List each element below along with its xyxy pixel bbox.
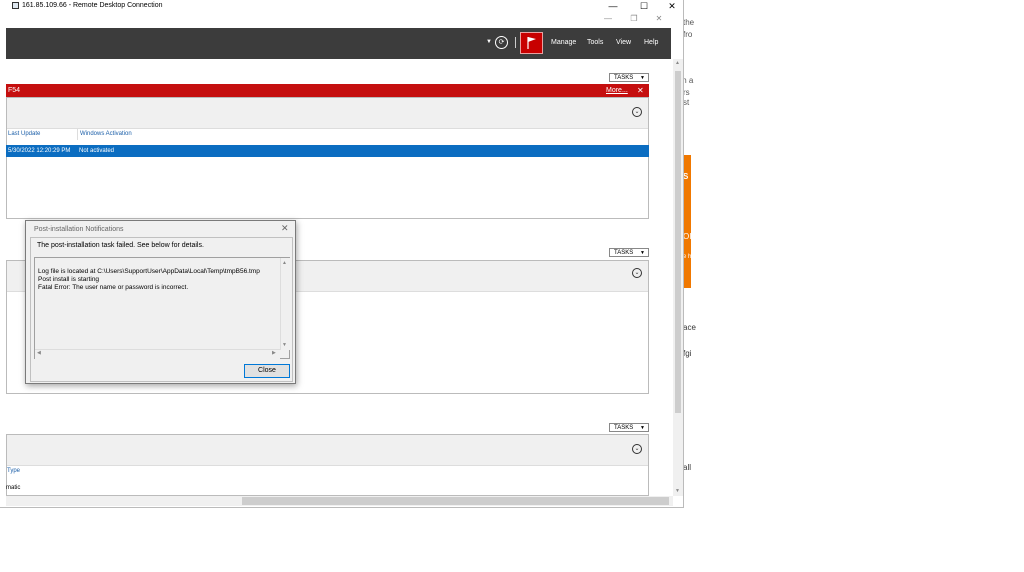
- background-text: rs: [683, 88, 690, 97]
- menu-manage[interactable]: Manage: [551, 39, 576, 46]
- maximize-button[interactable]: ☐: [631, 0, 657, 12]
- background-text: fro: [683, 30, 693, 39]
- notifications-flag-button[interactable]: [520, 32, 543, 54]
- column-header-last-update[interactable]: Last Update: [8, 131, 40, 137]
- column-header-type[interactable]: Type: [7, 468, 20, 474]
- cell-last-update: 5/30/2022 12:20:29 PM: [8, 148, 71, 154]
- dialog-title: Post-installation Notifications: [34, 226, 124, 233]
- log-horizontal-scrollbar[interactable]: [35, 349, 280, 359]
- panel-header: [7, 435, 648, 466]
- tasks-button[interactable]: TASKS ▼: [609, 73, 649, 82]
- panel-header: [7, 98, 648, 129]
- alert-text: F54: [8, 87, 21, 94]
- menu-tools[interactable]: Tools: [587, 39, 603, 46]
- vertical-scroll-thumb[interactable]: [675, 71, 681, 413]
- column-divider: [77, 129, 78, 140]
- alert-close-icon[interactable]: ✕: [637, 86, 644, 95]
- refresh-icon[interactable]: ⟳: [495, 36, 508, 49]
- background-text: e ha: [683, 254, 695, 260]
- scroll-down-icon[interactable]: ▼: [675, 488, 680, 494]
- background-text: the: [683, 18, 695, 27]
- cell-activation: Not activated: [79, 148, 115, 154]
- tasks-label: TASKS: [614, 250, 634, 256]
- horizontal-scroll-thumb[interactable]: [242, 497, 669, 505]
- background-text: OI: [683, 232, 692, 241]
- menu-view[interactable]: View: [616, 39, 631, 46]
- scroll-right-icon[interactable]: ▶: [272, 350, 276, 356]
- flag-icon: [527, 37, 536, 49]
- inner-minimize-button[interactable]: —: [595, 12, 621, 26]
- chevron-down-icon: ▼: [640, 75, 645, 81]
- scroll-up-icon[interactable]: ▲: [282, 260, 287, 266]
- remote-session-titlebar: [0, 12, 683, 28]
- chevron-down-icon: ▼: [640, 425, 645, 431]
- scroll-down-icon[interactable]: ▼: [282, 342, 287, 348]
- inner-restore-button[interactable]: ❐: [621, 12, 647, 26]
- scroll-up-icon[interactable]: ▲: [675, 60, 680, 66]
- more-link[interactable]: More...: [606, 87, 628, 94]
- close-button[interactable]: ✕: [659, 0, 685, 12]
- tasks-label: TASKS: [614, 75, 634, 81]
- background-page: [683, 0, 1024, 572]
- tasks-button[interactable]: TASKS ▼: [609, 248, 649, 257]
- table-row[interactable]: 5/30/2022 12:20:29 PM Not activated: [6, 145, 649, 157]
- log-line: Post install is starting: [38, 276, 100, 283]
- dialog-close-icon[interactable]: ✕: [281, 223, 289, 234]
- expand-chevron-icon[interactable]: ⌄: [632, 444, 642, 454]
- expand-chevron-icon[interactable]: ⌄: [632, 107, 642, 117]
- dialog-close-button[interactable]: Close: [244, 364, 290, 378]
- cell-type: matic: [6, 485, 21, 491]
- tasks-button[interactable]: TASKS ▼: [609, 423, 649, 432]
- log-textbox[interactable]: Log file is located at C:\Users\SupportU…: [34, 257, 290, 359]
- tasks-label: TASKS: [614, 425, 634, 431]
- log-line: Log file is located at C:\Users\SupportU…: [38, 268, 260, 275]
- menu-help[interactable]: Help: [644, 39, 658, 46]
- log-line: Fatal Error: The user name or password i…: [38, 284, 189, 291]
- background-text: all: [683, 463, 692, 472]
- caret-down-icon[interactable]: ▼: [486, 39, 492, 45]
- minimize-button[interactable]: —: [600, 0, 626, 12]
- alert-banner: F54 More... ✕: [6, 84, 649, 97]
- dialog-message: The post-installation task failed. See b…: [37, 242, 204, 249]
- separator: [515, 37, 516, 48]
- window-title: 161.85.109.66 - Remote Desktop Connectio…: [22, 2, 163, 9]
- log-vertical-scrollbar[interactable]: [280, 258, 290, 350]
- inner-close-button[interactable]: ✕: [646, 12, 672, 26]
- chevron-down-icon: ▼: [640, 250, 645, 256]
- background-text: ace: [683, 323, 696, 332]
- column-header-windows-activation[interactable]: Windows Activation: [80, 131, 132, 137]
- rdc-app-icon: [12, 2, 19, 9]
- background-text: fgi: [683, 349, 692, 358]
- scroll-left-icon[interactable]: ◀: [37, 350, 41, 356]
- expand-chevron-icon[interactable]: ⌄: [632, 268, 642, 278]
